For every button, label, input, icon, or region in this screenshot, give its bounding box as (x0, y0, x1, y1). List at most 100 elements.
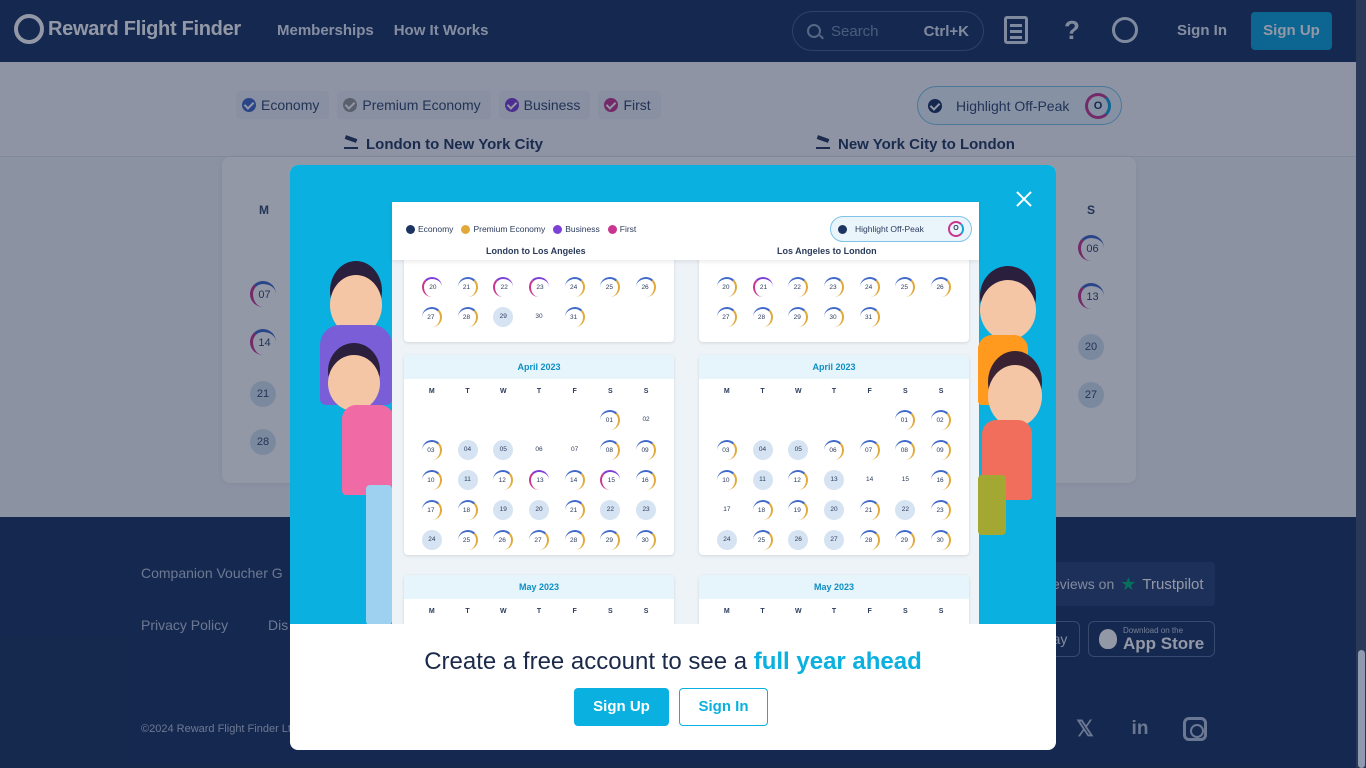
preview-day: 01 (600, 410, 621, 430)
preview-month-may-left: May 2023 M T W T F S S (404, 575, 674, 624)
preview-filter-bar: Economy Premium Economy Business First H… (392, 202, 979, 260)
preview-route-out: London to Los Angeles (486, 246, 586, 256)
preview-day: 22 (895, 500, 916, 520)
preview-chip-label: Economy (418, 224, 454, 234)
preview-day: 28 (752, 307, 773, 327)
preview-weekday: T (760, 608, 765, 615)
preview-weekday: W (794, 608, 802, 615)
preview-day: 28 (564, 530, 585, 550)
preview-route-back: Los Angeles to London (777, 246, 877, 256)
preview-weekday: T (536, 608, 542, 615)
preview-weekday: T (831, 608, 837, 615)
preview-cabin-chips: Economy Premium Economy Business First (406, 224, 636, 234)
preview-day (422, 410, 442, 430)
preview-off-peak: Highlight Off-Peak O (830, 216, 972, 242)
preview-day: 27 (528, 530, 549, 550)
preview-weekday: S (938, 388, 944, 395)
preview-day: 09 (636, 440, 657, 460)
preview-day: 16 (931, 470, 952, 490)
preview-weekday: M (428, 608, 435, 615)
preview-weekday: F (867, 388, 872, 395)
preview-weekday: F (572, 608, 577, 615)
preview-day: 07 (859, 440, 880, 460)
check-icon (406, 224, 415, 234)
preview-month-may-right: May 2023 M T W T F S S (699, 575, 969, 624)
preview-day: 26 (493, 530, 514, 550)
preview-day: 24 (564, 277, 585, 297)
preview-day: 23 (636, 500, 657, 520)
preview-day (493, 410, 513, 430)
preview-day: 12 (788, 470, 809, 490)
headline-text: Create a free account to see a (424, 648, 754, 675)
close-icon[interactable] (1012, 187, 1036, 211)
preview-day: 22 (493, 277, 514, 297)
preview-weekday-row: MTWTFSS (699, 599, 969, 624)
preview-day: 26 (788, 530, 809, 550)
preview-day (717, 410, 737, 430)
preview-week-row: 17 18 19 20 21 22 23 (699, 495, 969, 525)
preview-week-row: 27 28 29 30 31 (699, 302, 969, 332)
preview-day: 26 (931, 277, 952, 297)
preview-month-april-right: April 2023 M T W T F S S 01 02 03 04 05 06 07 08 09 1… (699, 355, 969, 555)
preview-month-title: April 2023 (404, 355, 674, 379)
preview-weekday: W (499, 608, 507, 615)
preview-week-row: 10 11 12 13 14 15 16 (404, 465, 674, 495)
preview-day: 21 (859, 500, 880, 520)
preview-chip: First (607, 224, 636, 234)
preview-day: 06 (535, 446, 543, 453)
preview-day: 01 (895, 410, 916, 430)
preview-week-row: 01 02 (404, 405, 674, 435)
preview-day: 21 (752, 277, 773, 297)
preview-chip-label: Business (565, 224, 600, 234)
preview-weekday: T (760, 388, 765, 395)
preview-month-title: May 2023 (699, 575, 969, 599)
preview-day: 19 (493, 500, 514, 520)
preview-day: 25 (457, 530, 478, 550)
preview-weekday: F (867, 608, 872, 615)
preview-weekday-row: MTWTFSS (404, 599, 674, 624)
girl-illustration-body (342, 405, 394, 495)
preview-day: 07 (571, 446, 579, 453)
preview-week-row: 01 02 (699, 405, 969, 435)
check-icon (838, 224, 847, 234)
preview-weekday: W (499, 388, 507, 395)
preview-weekday: T (831, 388, 837, 395)
scrollbar-thumb[interactable] (1358, 650, 1365, 768)
preview-day: 11 (457, 470, 478, 490)
girl-illustration-legs (366, 485, 392, 624)
preview-day (458, 410, 478, 430)
preview-day: 08 (895, 440, 916, 460)
preview-day: 21 (564, 500, 585, 520)
preview-day (895, 307, 915, 327)
preview-weekday: S (643, 608, 649, 615)
preview-day: 05 (788, 440, 809, 460)
preview-day: 14 (866, 476, 874, 483)
preview-weekday: S (903, 608, 908, 615)
preview-day: 30 (931, 530, 952, 550)
preview-day (600, 307, 620, 327)
preview-day: 25 (895, 277, 916, 297)
modal-hero-illustration: Economy Premium Economy Business First H… (290, 165, 1056, 624)
preview-day: 20 (528, 500, 549, 520)
preview-day: 31 (564, 307, 585, 327)
preview-chip: Premium Economy (461, 224, 545, 234)
preview-day: 22 (788, 277, 809, 297)
preview-week-row: 03 04 05 06 07 08 09 (699, 435, 969, 465)
preview-weekday: S (903, 388, 908, 395)
preview-day: 24 (421, 530, 442, 550)
preview-day (565, 410, 585, 430)
preview-day: 23 (931, 500, 952, 520)
preview-day: 02 (931, 410, 952, 430)
headline-highlight: full year ahead (753, 648, 922, 675)
preview-weekday: M (723, 608, 730, 615)
preview-day: 27 (823, 530, 844, 550)
preview-weekday: M (428, 388, 435, 395)
preview-weekday: S (608, 388, 613, 395)
modal-sign-up-button[interactable]: Sign Up (574, 688, 669, 726)
modal-sign-in-button[interactable]: Sign In (679, 688, 768, 726)
preview-day (788, 410, 808, 430)
girl-illustration-head (988, 365, 1042, 427)
preview-week-row: 27 28 29 30 31 (404, 302, 674, 332)
preview-day: 04 (457, 440, 478, 460)
preview-weekday: T (465, 388, 470, 395)
